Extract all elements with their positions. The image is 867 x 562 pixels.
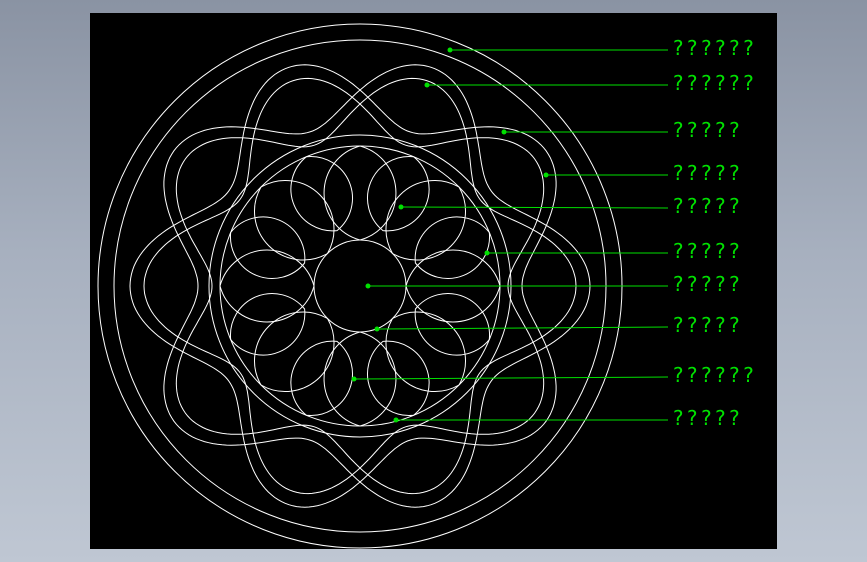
back-petal (229, 293, 306, 356)
front-petal (385, 180, 466, 261)
leader-dot-2 (424, 82, 430, 88)
leader-dot-9 (351, 376, 357, 382)
front-petal (254, 180, 335, 261)
front-petal (254, 311, 335, 392)
callout-label-5: ????? (672, 194, 743, 218)
leader-line-5 (400, 206, 669, 209)
leader-dot-6 (484, 250, 490, 256)
callout-label-3: ????? (672, 118, 743, 142)
leader-dot-8 (374, 326, 380, 332)
leader-dot-5 (398, 204, 404, 210)
leader-dot-4 (543, 172, 549, 178)
back-petal (367, 155, 430, 232)
front-petal (219, 249, 315, 323)
callout-label-4: ????? (672, 161, 743, 185)
leader-dot-7 (365, 283, 371, 289)
callout-label-2: ?????? (672, 71, 757, 95)
leader-dot-10 (393, 417, 399, 423)
back-petal (414, 293, 491, 356)
leader-dot-3 (501, 129, 507, 135)
back-petal (290, 155, 353, 232)
leader-dot-1 (447, 47, 453, 53)
callout-label-6: ????? (672, 239, 743, 263)
front-petal (385, 311, 466, 392)
callout-label-7: ????? (672, 272, 743, 296)
leader-line-8 (376, 326, 669, 330)
drawing-canvas: ?????? ?????? ????? ????? ????? ????? ??… (90, 13, 777, 549)
callout-label-1: ?????? (672, 36, 757, 60)
back-petal (290, 340, 353, 417)
callout-label-9: ?????? (672, 363, 757, 387)
back-petal (414, 216, 491, 279)
front-petal (323, 145, 397, 241)
callout-label-8: ????? (672, 313, 743, 337)
callout-label-10: ????? (672, 406, 743, 430)
back-petal (229, 216, 306, 279)
